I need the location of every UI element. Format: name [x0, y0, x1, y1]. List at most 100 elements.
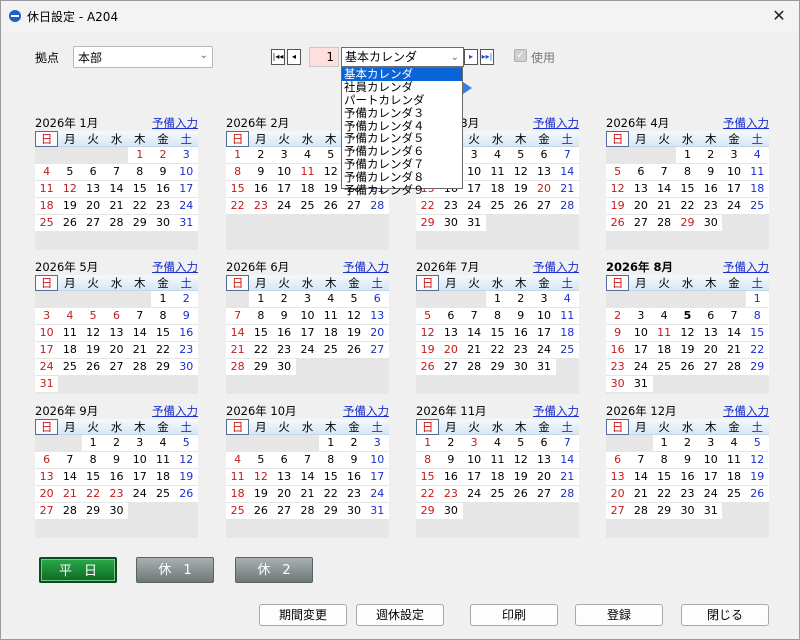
day-cell[interactable]: 19 — [509, 181, 533, 197]
reserve-input-link[interactable]: 予備入力 — [723, 259, 769, 275]
day-cell[interactable]: 12 — [675, 325, 700, 341]
day-cell[interactable]: 11 — [319, 308, 343, 324]
day-cell[interactable]: 21 — [555, 469, 579, 485]
day-cell[interactable]: 3 — [365, 435, 389, 451]
day-cell[interactable]: 1 — [652, 435, 676, 451]
reserve-input-link[interactable]: 予備入力 — [343, 259, 389, 275]
next-year-button[interactable]: ▸ — [464, 49, 478, 65]
day-cell[interactable]: 5 — [675, 308, 700, 324]
day-cell[interactable]: 14 — [295, 469, 320, 485]
day-cell[interactable]: 23 — [342, 486, 366, 502]
day-cell[interactable]: 9 — [509, 308, 533, 324]
day-cell[interactable]: 25 — [485, 198, 510, 214]
day-cell[interactable]: 4 — [151, 435, 175, 451]
day-cell[interactable]: 9 — [606, 325, 630, 341]
day-cell[interactable]: 10 — [462, 164, 486, 180]
day-cell[interactable]: 1 — [485, 291, 510, 307]
calendar-select[interactable]: 基本カレンダ ⌄ — [341, 47, 464, 67]
day-cell[interactable]: 6 — [629, 164, 653, 180]
day-cell[interactable]: 15 — [675, 181, 700, 197]
day-cell[interactable]: 7 — [128, 308, 152, 324]
day-cell[interactable]: 14 — [555, 164, 579, 180]
reserve-input-link[interactable]: 予備入力 — [723, 115, 769, 131]
day-cell[interactable]: 20 — [104, 342, 129, 358]
day-cell[interactable]: 20 — [532, 469, 556, 485]
day-cell[interactable]: 17 — [174, 181, 198, 197]
day-cell[interactable]: 17 — [629, 342, 653, 358]
day-cell[interactable]: 13 — [272, 469, 296, 485]
day-cell[interactable]: 29 — [319, 503, 343, 519]
base-select[interactable]: 本部 ⌄ — [73, 46, 213, 68]
day-cell[interactable]: 6 — [104, 308, 129, 324]
day-cell[interactable]: 21 — [652, 198, 676, 214]
prev-year-button[interactable]: ◂ — [287, 49, 301, 65]
day-cell[interactable]: 16 — [509, 325, 533, 341]
day-cell[interactable]: 16 — [675, 469, 700, 485]
day-cell[interactable]: 2 — [675, 435, 700, 451]
day-cell[interactable]: 20 — [629, 198, 653, 214]
day-cell[interactable]: 18 — [485, 181, 510, 197]
day-cell[interactable]: 24 — [295, 342, 320, 358]
day-cell[interactable]: 8 — [81, 452, 105, 468]
day-cell[interactable]: 13 — [35, 469, 59, 485]
day-cell[interactable]: 28 — [295, 503, 320, 519]
last-year-button[interactable]: ▸▸| — [480, 49, 494, 65]
day-cell[interactable]: 19 — [319, 181, 343, 197]
day-cell[interactable]: 16 — [342, 469, 366, 485]
day-cell[interactable]: 13 — [606, 469, 630, 485]
day-cell[interactable]: 8 — [652, 452, 676, 468]
day-cell[interactable]: 8 — [249, 308, 273, 324]
day-cell[interactable]: 12 — [174, 452, 198, 468]
day-cell[interactable]: 21 — [462, 342, 486, 358]
day-cell[interactable]: 30 — [606, 376, 630, 392]
change-period-button[interactable]: 期間変更 — [259, 604, 347, 626]
day-cell[interactable]: 11 — [722, 452, 746, 468]
day-cell[interactable]: 24 — [174, 198, 198, 214]
day-cell[interactable]: 24 — [35, 359, 59, 375]
day-cell[interactable]: 18 — [58, 342, 82, 358]
day-cell[interactable]: 28 — [365, 198, 389, 214]
mode-holiday2-button[interactable]: 休2 — [235, 557, 313, 583]
day-cell[interactable]: 9 — [104, 452, 129, 468]
day-cell[interactable]: 29 — [151, 359, 175, 375]
day-cell[interactable]: 25 — [151, 486, 175, 502]
day-cell[interactable]: 18 — [745, 181, 769, 197]
day-cell[interactable]: 30 — [272, 359, 296, 375]
mode-holiday1-button[interactable]: 休1 — [136, 557, 214, 583]
day-cell[interactable]: 2 — [342, 435, 366, 451]
day-cell[interactable]: 10 — [295, 308, 320, 324]
day-cell[interactable]: 3 — [272, 147, 296, 163]
reserve-input-link[interactable]: 予備入力 — [533, 115, 579, 131]
day-cell[interactable]: 23 — [272, 342, 296, 358]
day-cell[interactable]: 21 — [555, 181, 579, 197]
day-cell[interactable]: 6 — [532, 435, 556, 451]
day-cell[interactable]: 27 — [629, 215, 653, 231]
day-cell[interactable]: 3 — [722, 147, 746, 163]
day-cell[interactable]: 18 — [319, 325, 343, 341]
day-cell[interactable]: 19 — [249, 486, 273, 502]
day-cell[interactable]: 28 — [652, 215, 676, 231]
day-cell[interactable]: 8 — [319, 452, 343, 468]
day-cell[interactable]: 11 — [58, 325, 82, 341]
day-cell[interactable]: 14 — [652, 181, 676, 197]
day-cell[interactable]: 10 — [532, 308, 556, 324]
day-cell[interactable]: 30 — [151, 215, 175, 231]
day-cell[interactable]: 16 — [151, 181, 175, 197]
day-cell[interactable]: 22 — [745, 342, 769, 358]
day-cell[interactable]: 21 — [104, 198, 129, 214]
day-cell[interactable]: 18 — [295, 181, 320, 197]
day-cell[interactable]: 22 — [249, 342, 273, 358]
day-cell[interactable]: 11 — [745, 164, 769, 180]
day-cell[interactable]: 20 — [439, 342, 463, 358]
day-cell[interactable]: 9 — [699, 164, 723, 180]
day-cell[interactable]: 19 — [745, 469, 769, 485]
day-cell[interactable]: 3 — [699, 435, 723, 451]
day-cell[interactable]: 2 — [174, 291, 198, 307]
day-cell[interactable]: 29 — [745, 359, 769, 375]
day-cell[interactable]: 22 — [416, 198, 440, 214]
day-cell[interactable]: 26 — [675, 359, 700, 375]
close-window-button[interactable]: ✕ — [759, 1, 799, 31]
day-cell[interactable]: 4 — [485, 147, 510, 163]
day-cell[interactable]: 12 — [606, 181, 630, 197]
day-cell[interactable]: 7 — [555, 147, 579, 163]
